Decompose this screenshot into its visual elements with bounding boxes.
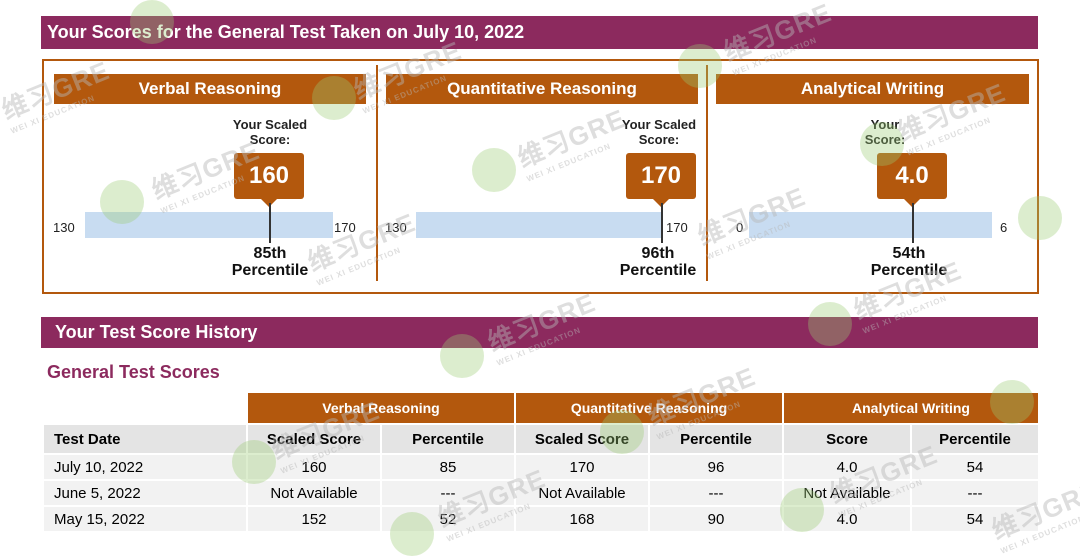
writing-scale-max: 6 [1000,220,1008,235]
table-cell: 54 [910,453,1040,481]
writing-scale-bar [749,212,992,238]
quant-score-box: 170 [626,153,696,199]
table-cell: Not Available [782,479,912,507]
table-cell: June 5, 2022 [42,479,248,507]
score-history-header: Your Test Score History [41,317,1038,348]
table-cell: --- [910,479,1040,507]
column-header: Score [782,423,912,455]
quant-scale-max: 170 [666,220,688,235]
score-report-header: Your Scores for the General Test Taken o… [41,16,1038,49]
table-row: June 5, 2022 Not Available --- Not Avail… [42,479,1040,507]
score-history-table: Verbal Reasoning Quantitative Reasoning … [42,391,1040,533]
group-header-quant: Quantitative Reasoning [514,391,784,425]
writing-section: Analytical Writing Your Score: 4.0 0 6 54… [708,61,1039,292]
table-corner [42,391,248,425]
column-header: Percentile [648,423,784,455]
table-cell: May 15, 2022 [42,505,248,533]
writing-scale-min: 0 [736,220,744,235]
verbal-score-box: 160 [234,153,304,199]
verbal-heading: Verbal Reasoning [54,74,366,104]
verbal-section: Verbal Reasoning Your Scaled Score: 160 1… [44,61,376,292]
quant-score-needle [661,203,663,243]
table-cell: --- [648,479,784,507]
table-cell: 4.0 [782,505,912,533]
quant-scale-bar [416,212,662,238]
writing-score-needle [912,203,914,243]
score-label: Your Scaled Score: [232,117,308,147]
table-cell: Not Available [514,479,650,507]
table-cell: 90 [648,505,784,533]
general-test-scores-title: General Test Scores [47,362,220,382]
quant-percentile: 96th Percentile [619,245,697,279]
verbal-scale-max: 170 [334,220,356,235]
table-row: July 10, 2022 160 85 170 96 4.0 54 [42,453,1040,481]
score-label: Your Score: [864,117,906,147]
table-cell: Not Available [246,479,382,507]
column-header: Scaled Score [514,423,650,455]
table-cell: 168 [514,505,650,533]
writing-percentile: 54th Percentile [870,245,948,279]
table-cell: 96 [648,453,784,481]
table-cell: 4.0 [782,453,912,481]
group-header-writing: Analytical Writing [782,391,1040,425]
table-cell: 52 [380,505,516,533]
score-panel: Verbal Reasoning Your Scaled Score: 160 1… [42,59,1039,294]
table-cell: 170 [514,453,650,481]
column-header: Percentile [910,423,1040,455]
column-header: Percentile [380,423,516,455]
table-cell: July 10, 2022 [42,453,248,481]
group-header-verbal: Verbal Reasoning [246,391,516,425]
table-cell: --- [380,479,516,507]
writing-score-box: 4.0 [877,153,947,199]
verbal-scale-bar [85,212,333,238]
score-label: Your Scaled Score: [621,117,697,147]
table-cell: 152 [246,505,382,533]
quant-heading: Quantitative Reasoning [386,74,698,104]
verbal-score-needle [269,203,271,243]
verbal-percentile: 85th Percentile [231,245,309,279]
table-cell: 160 [246,453,382,481]
quant-section: Quantitative Reasoning Your Scaled Score:… [378,61,706,292]
table-row: May 15, 2022 152 52 168 90 4.0 54 [42,505,1040,533]
table-cell: 54 [910,505,1040,533]
verbal-scale-min: 130 [53,220,75,235]
table-cell: 85 [380,453,516,481]
column-header: Scaled Score [246,423,382,455]
quant-scale-min: 130 [385,220,407,235]
writing-heading: Analytical Writing [716,74,1029,104]
column-header: Test Date [42,423,248,455]
